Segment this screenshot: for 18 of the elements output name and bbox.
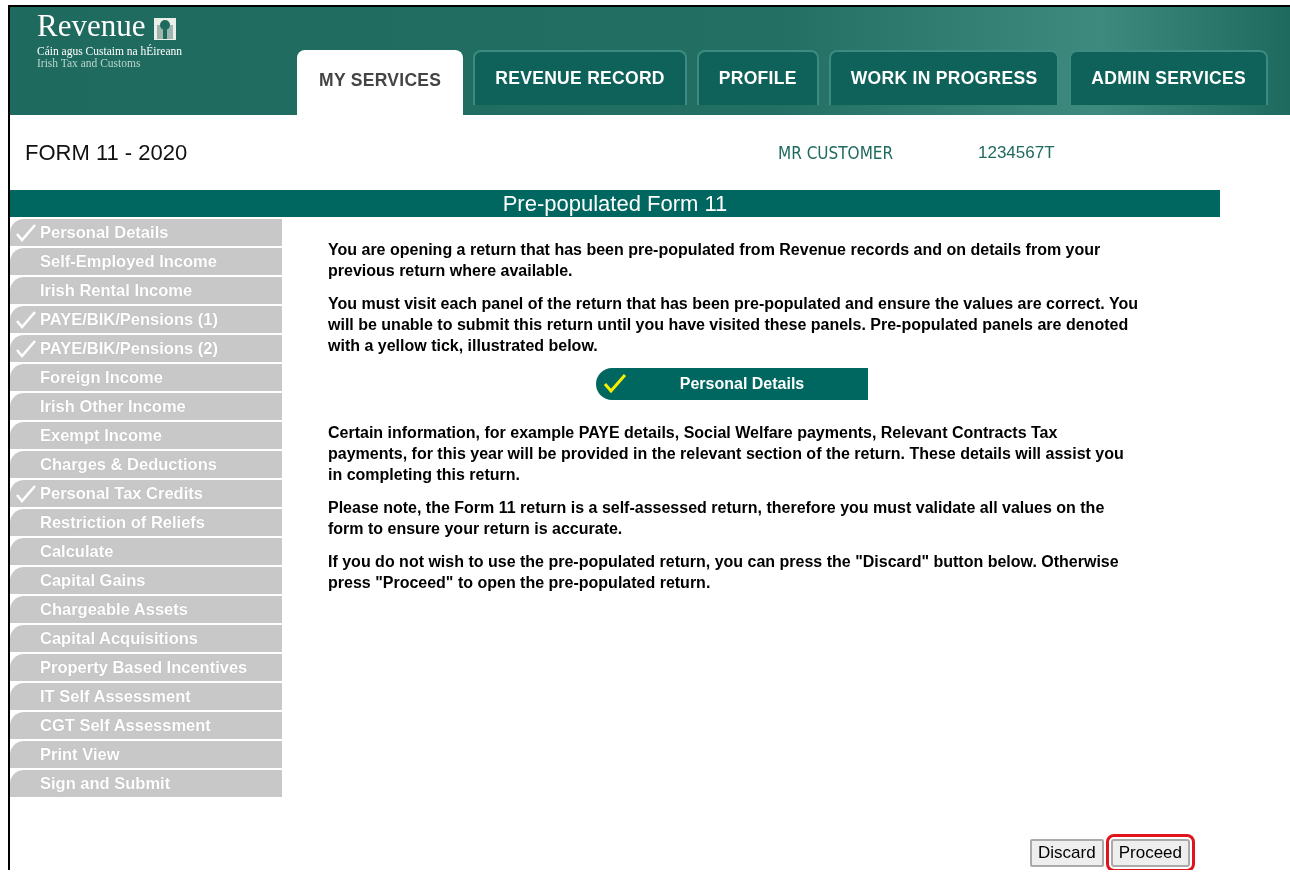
instruction-text: If you do not wish to use the pre-populated return, you can press the "Discard" button below. Otherwise press "Proceed" to open the pre-populated return. [328, 552, 1120, 593]
customer-name: MR CUSTOMER [778, 142, 895, 163]
instruction-text: You must visit each panel of the return that has been pre-populated and ensure the values are correct. You will be unable to submit this return until you have visited these panels. Pre-populated panels are denoted with a yellow tick, illustrated below. [328, 294, 1138, 356]
instruction-text: Please note, the Form 11 return is a self-assessed return, therefore you must validate all values on the form to ensure your return is accurate. [328, 498, 1106, 539]
logo-wordmark: Revenue [37, 11, 146, 41]
discard-button[interactable]: Discard [1030, 839, 1104, 867]
nav-tab[interactable]: ADMIN SERVICES [1069, 50, 1268, 105]
nav-tab[interactable]: WORK IN PROGRESS [828, 50, 1060, 105]
form-title: FORM 11 - 2020 [25, 139, 189, 166]
customer-id: 1234567T [978, 142, 1055, 163]
harp-logo-icon [153, 17, 178, 41]
nav-tab[interactable]: PROFILE [696, 50, 819, 105]
page-title-bar: Pre-populated Form 11 [10, 190, 1220, 217]
logo-subtitle: Cáin agus Custaim na hÉireann [37, 45, 183, 57]
nav-tab[interactable]: REVENUE RECORD [473, 50, 687, 105]
logo-subtitle: Irish Tax and Customs [37, 57, 142, 69]
instruction-text: You are opening a return that has been pre-populated from Revenue records and on details from your previous return where available. [328, 240, 1102, 281]
instruction-text: Certain information, for example PAYE details, Social Welfare payments, Relevant Contracts Tax payments, for this year will be provided in the relevant section of the return. These details will assist you in completing this return. [328, 423, 1125, 485]
